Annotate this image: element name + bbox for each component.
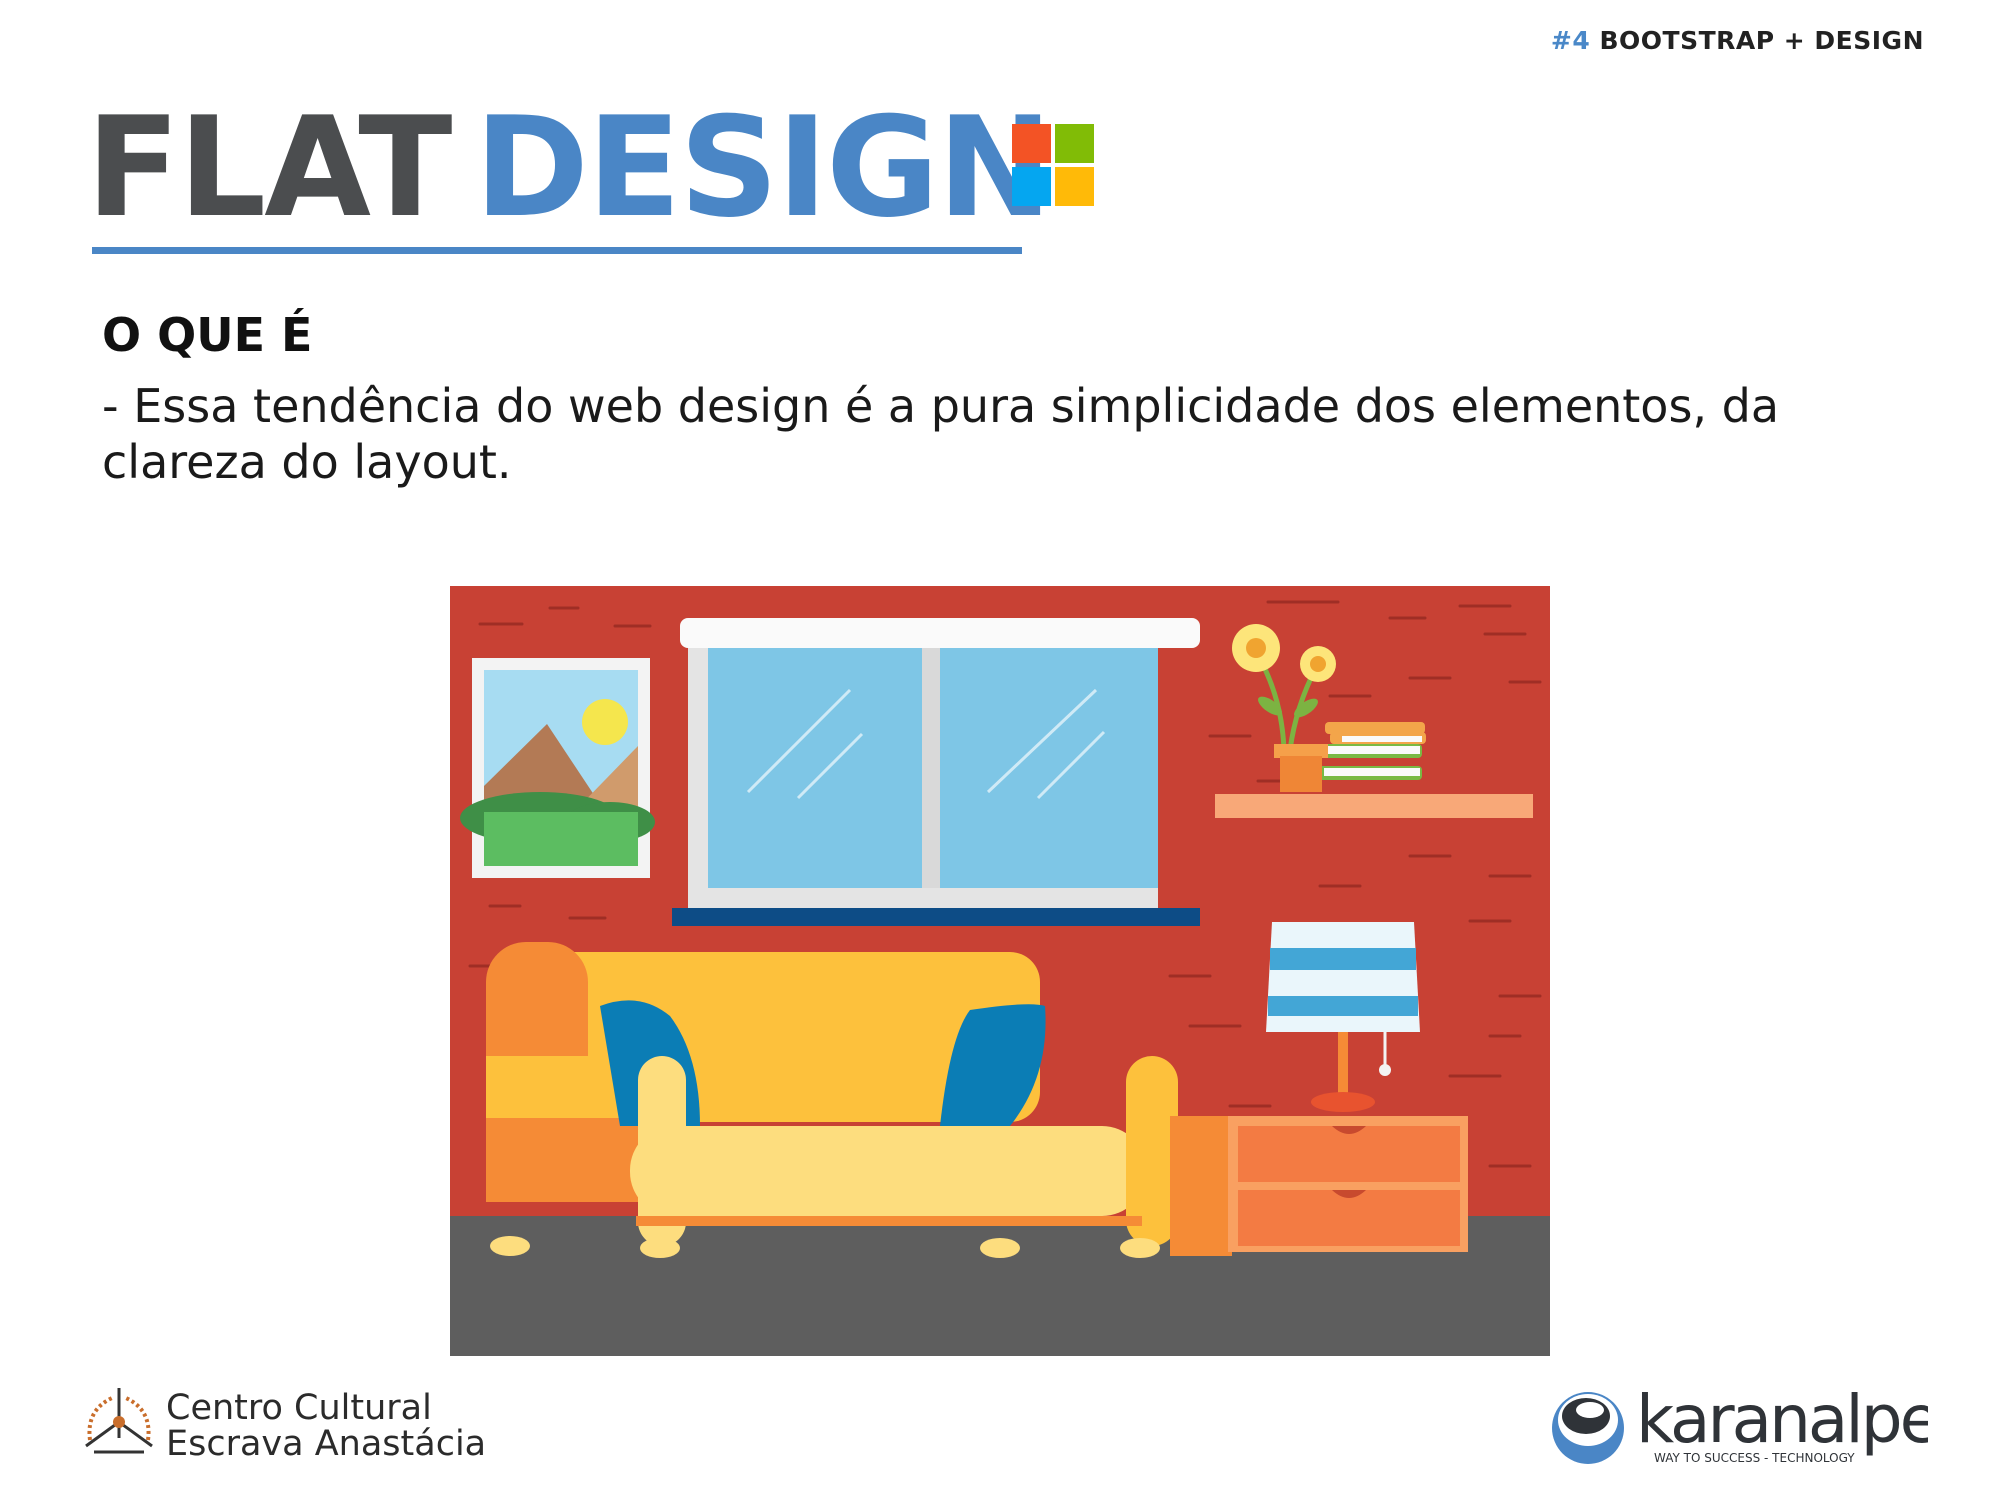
section-heading: O QUE É bbox=[102, 308, 313, 362]
body-text: - Essa tendência do web design é a pura … bbox=[102, 378, 1882, 490]
title-word-flat: FLAT bbox=[86, 87, 452, 248]
series-number: #4 bbox=[1550, 26, 1591, 55]
karanalpe-wordmark: karanalpe bbox=[1636, 1381, 1928, 1458]
flat-living-room-illustration bbox=[450, 586, 1550, 1356]
windows-logo-icon bbox=[1012, 124, 1094, 206]
centro-cultural-logo: Centro Cultural Escrava Anastácia bbox=[80, 1382, 486, 1464]
karanalpe-logo: karanalpe WAY TO SUCCESS - TECHNOLOGY bbox=[1548, 1380, 1928, 1472]
title-underline bbox=[92, 247, 1022, 254]
slide-title: FLAT DESIGN bbox=[86, 98, 1053, 238]
series-title: BOOTSTRAP + DESIGN bbox=[1599, 26, 1924, 55]
body-line-1: - Essa tendência do web design é a pura … bbox=[102, 379, 1780, 433]
karanalpe-tagline: WAY TO SUCCESS - TECHNOLOGY bbox=[1654, 1451, 1855, 1465]
karanalpe-swirl-icon bbox=[1552, 1392, 1624, 1464]
title-word-design: DESIGN bbox=[474, 87, 1052, 248]
logo-square-green bbox=[1055, 124, 1094, 163]
logo-square-yellow bbox=[1055, 167, 1094, 206]
body-line-2: clareza do layout. bbox=[102, 435, 512, 489]
logo-line-2: Escrava Anastácia bbox=[166, 1424, 487, 1464]
picture-frame bbox=[460, 658, 655, 878]
series-tag: #4 BOOTSTRAP + DESIGN bbox=[1551, 26, 1924, 55]
logo-square-red bbox=[1012, 124, 1051, 163]
centro-cultural-emblem-icon bbox=[85, 1388, 153, 1454]
window bbox=[672, 618, 1200, 926]
logo-line-1: Centro Cultural bbox=[166, 1388, 432, 1428]
nightstand bbox=[1170, 1116, 1468, 1256]
logo-square-blue bbox=[1012, 167, 1051, 206]
